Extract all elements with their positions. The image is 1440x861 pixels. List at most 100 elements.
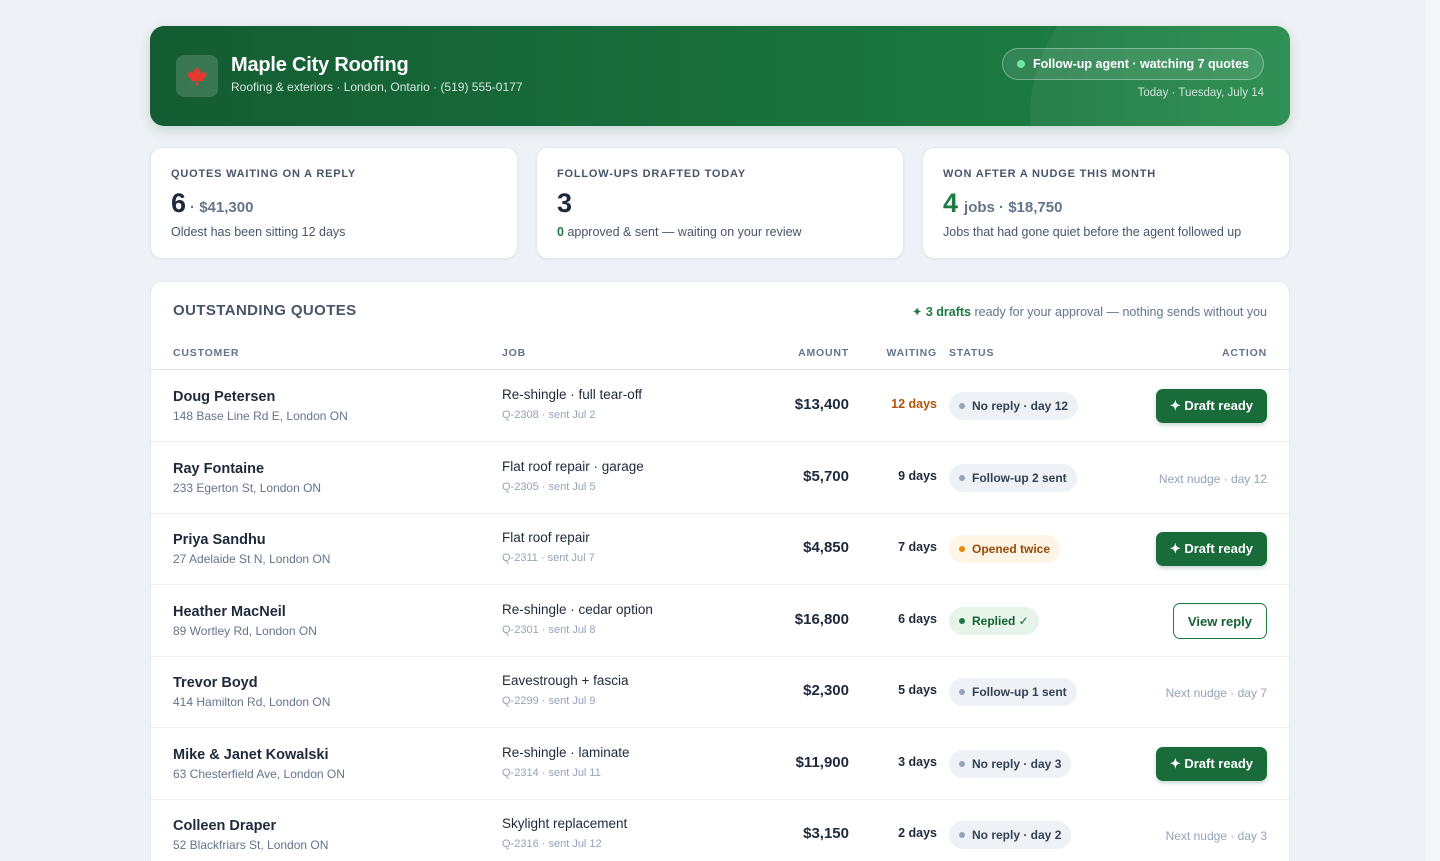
stat-value: 3 — [557, 188, 573, 218]
next-nudge-label: Next nudge · day 3 — [1165, 829, 1267, 843]
status-badge: No reply · day 12 — [949, 392, 1079, 420]
table-row[interactable]: Priya Sandhu 27 Adelaide St N, London ON… — [151, 513, 1289, 585]
customer-name: Trevor Boyd — [173, 675, 258, 691]
stat-label: WON AFTER A NUDGE THIS MONTH — [943, 168, 1157, 180]
business-logo — [176, 55, 218, 97]
stat-value-group: 4 jobs · $18,750 — [943, 188, 1062, 219]
drafts-count: ✦ 3 drafts — [911, 305, 971, 319]
customer-address: 233 Egerton St, London ON — [173, 481, 322, 495]
quote-amount: $2,300 — [803, 682, 849, 699]
table-row[interactable]: Ray Fontaine 233 Egerton St, London ON F… — [151, 442, 1289, 514]
quote-reference: Q-2314 · sent Jul 11 — [502, 767, 601, 779]
waiting-days: 7 days — [898, 540, 937, 554]
stat-note-count: 0 — [557, 225, 564, 239]
view-reply-button[interactable]: View reply — [1172, 603, 1267, 639]
stat-card-waiting: QUOTES WAITING ON A REPLY 6 · $41,300 Ol… — [150, 147, 518, 259]
customer-name: Priya Sandhu — [173, 532, 266, 548]
business-header: Maple City Roofing Roofing & exteriors ·… — [150, 26, 1290, 126]
status-badge: Follow-up 2 sent — [949, 464, 1077, 492]
column-header-action: ACTION — [1221, 347, 1267, 359]
table-row[interactable]: Doug Petersen 148 Base Line Rd E, London… — [151, 370, 1289, 442]
customer-name: Colleen Draper — [173, 818, 277, 834]
stat-note: 0 approved & sent — waiting on your revi… — [557, 225, 802, 239]
waiting-days: 6 days — [898, 612, 937, 626]
stat-note-text: approved & sent — waiting on your review — [567, 225, 802, 239]
job-title: Skylight replacement — [502, 816, 628, 831]
status-text: No reply · day 12 — [972, 399, 1069, 413]
draft-ready-button[interactable]: ✦ Draft ready — [1155, 747, 1267, 781]
status-text: Follow-up 1 sent — [972, 685, 1067, 699]
job-title: Re-shingle · cedar option — [502, 602, 653, 617]
customer-name: Doug Petersen — [173, 389, 276, 405]
customer-address: 27 Adelaide St N, London ON — [173, 552, 331, 566]
quote-amount: $16,800 — [794, 611, 849, 628]
customer-address: 52 Blackfriars St, London ON — [173, 838, 329, 852]
stat-note: Oldest has been sitting 12 days — [171, 225, 346, 239]
table-row[interactable]: Heather MacNeil 89 Wortley Rd, London ON… — [151, 585, 1289, 657]
agent-active-indicator — [1017, 60, 1026, 68]
job-title: Flat roof repair — [502, 530, 590, 545]
quote-reference: Q-2316 · sent Jul 12 — [502, 838, 602, 850]
agent-status-text: Follow-up agent · watching 7 quotes — [1033, 57, 1249, 71]
waiting-days: 3 days — [898, 755, 937, 769]
stat-value: 4 — [943, 188, 959, 218]
status-badge: Follow-up 1 sent — [949, 678, 1077, 706]
business-name: Maple City Roofing — [231, 54, 409, 76]
table-row[interactable]: Trevor Boyd 414 Hamilton Rd, London ON E… — [151, 656, 1289, 728]
customer-address: 89 Wortley Rd, London ON — [173, 624, 317, 638]
stat-note: Jobs that had gone quiet before the agen… — [943, 225, 1242, 239]
waiting-days: 2 days — [898, 826, 937, 840]
table-row[interactable]: Mike & Janet Kowalski 63 Chesterfield Av… — [151, 728, 1289, 800]
agent-status-pill[interactable]: Follow-up agent · watching 7 quotes — [1002, 48, 1264, 80]
stat-label: FOLLOW-UPS DRAFTED TODAY — [557, 168, 746, 180]
drafts-hint-text: ready for your approval — nothing sends … — [974, 305, 1267, 319]
status-dot — [959, 689, 965, 695]
quote-amount: $4,850 — [803, 539, 849, 556]
status-dot — [959, 546, 965, 552]
stat-card-won: WON AFTER A NUDGE THIS MONTH 4 jobs · $1… — [922, 147, 1290, 259]
job-title: Eavestrough + fascia — [502, 673, 629, 688]
table-row[interactable]: Colleen Draper 52 Blackfriars St, London… — [151, 799, 1289, 861]
page-scrollbar[interactable] — [1426, 0, 1440, 861]
job-title: Re-shingle · laminate — [502, 745, 630, 760]
status-dot — [959, 403, 965, 409]
draft-ready-button[interactable]: ✦ Draft ready — [1155, 532, 1267, 566]
customer-address: 148 Base Line Rd E, London ON — [173, 409, 348, 423]
quote-reference: Q-2301 · sent Jul 8 — [502, 624, 596, 636]
status-dot — [959, 618, 965, 624]
quote-reference: Q-2308 · sent Jul 2 — [502, 409, 596, 421]
stats-row: QUOTES WAITING ON A REPLY 6 · $41,300 Ol… — [150, 147, 1290, 259]
customer-name: Mike & Janet Kowalski — [173, 747, 329, 763]
business-details: Roofing & exteriors · London, Ontario · … — [231, 80, 523, 94]
drafts-hint: ✦ 3 drafts ready for your approval — not… — [912, 304, 1267, 319]
column-header-amount[interactable]: AMOUNT — [798, 347, 849, 359]
waiting-days: 9 days — [898, 469, 937, 483]
outstanding-quotes-card: OUTSTANDING QUOTES ✦ 3 drafts ready for … — [150, 281, 1290, 861]
quote-reference: Q-2311 · sent Jul 7 — [502, 552, 595, 564]
column-header-status[interactable]: STATUS — [949, 347, 994, 359]
status-text: Replied ✓ — [972, 614, 1029, 628]
stat-value-group: 6 · $41,300 — [171, 188, 253, 219]
waiting-days: 5 days — [898, 683, 937, 697]
column-header-waiting[interactable]: WAITING — [886, 347, 937, 359]
status-dot — [959, 475, 965, 481]
column-header-customer[interactable]: CUSTOMER — [173, 347, 239, 359]
status-dot — [959, 761, 965, 767]
waiting-days: 12 days — [891, 397, 937, 411]
stat-extra: jobs · $18,750 — [964, 199, 1063, 216]
customer-address: 63 Chesterfield Ave, London ON — [173, 767, 345, 781]
job-title: Flat roof repair · garage — [502, 459, 644, 474]
stat-extra: · $41,300 — [190, 199, 254, 216]
next-nudge-label: Next nudge · day 7 — [1165, 686, 1267, 700]
quote-amount: $11,900 — [795, 754, 849, 771]
draft-ready-button[interactable]: ✦ Draft ready — [1155, 389, 1267, 423]
customer-address: 414 Hamilton Rd, London ON — [173, 695, 331, 709]
quote-reference: Q-2299 · sent Jul 9 — [502, 695, 596, 707]
quote-amount: $3,150 — [803, 825, 849, 842]
quote-amount: $13,400 — [794, 396, 849, 413]
quote-amount: $5,700 — [803, 468, 849, 485]
quote-reference: Q-2305 · sent Jul 5 — [502, 481, 596, 493]
status-badge: Replied ✓ — [949, 607, 1039, 635]
customer-name: Ray Fontaine — [173, 461, 265, 477]
column-header-job[interactable]: JOB — [502, 347, 526, 359]
